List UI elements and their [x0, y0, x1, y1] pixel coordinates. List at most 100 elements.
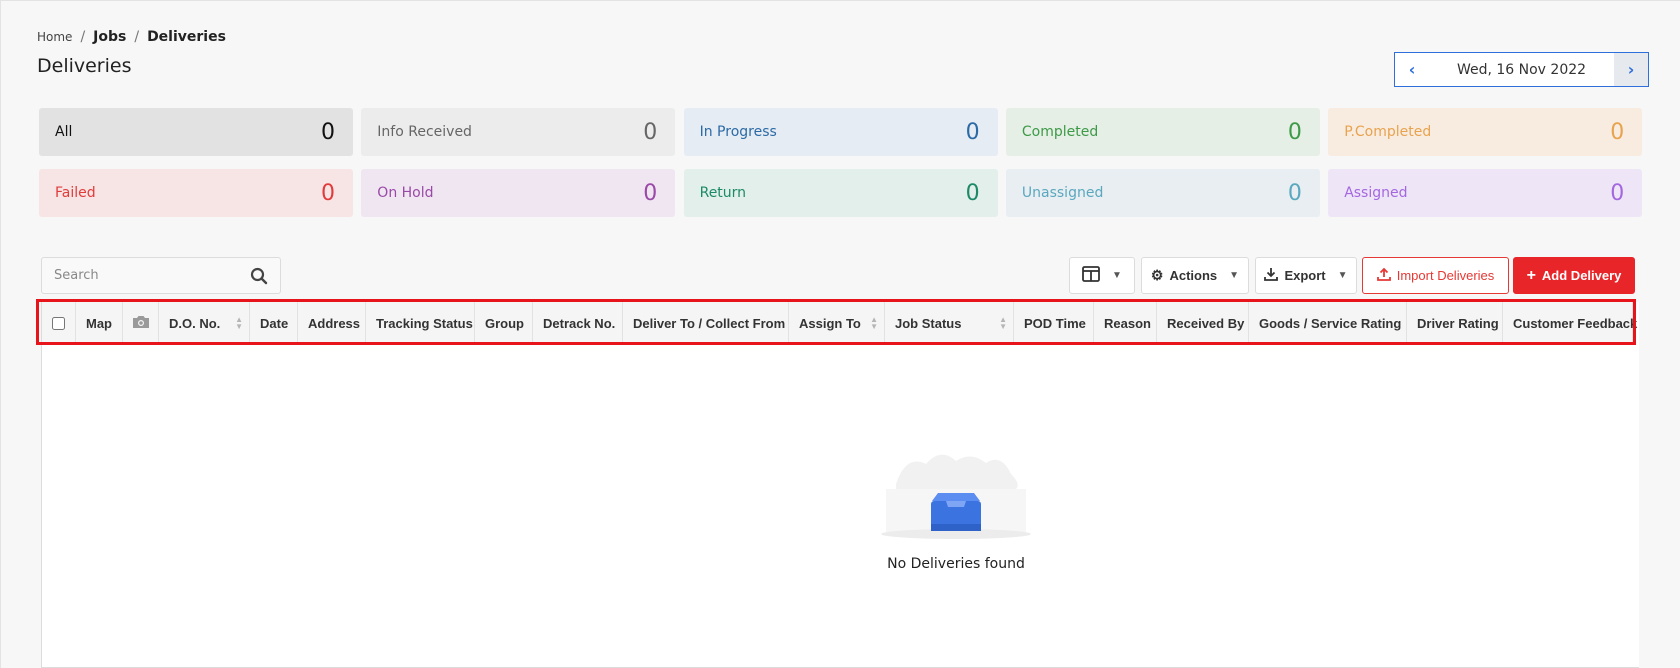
status-card-count: 0: [643, 119, 658, 145]
column-header-detrack-no[interactable]: Detrack No.: [533, 302, 623, 344]
column-header-map[interactable]: Map: [76, 302, 123, 344]
status-filter-grid: All 0 Info Received 0 In Progress 0 Completed 0…: [39, 108, 1643, 217]
column-header-label: Goods / Service Rating: [1259, 315, 1402, 331]
breadcrumb-jobs[interactable]: Jobs: [93, 29, 126, 45]
status-card-label: Return: [699, 185, 747, 201]
column-header-label: Reason: [1104, 315, 1151, 331]
column-header-reason[interactable]: Reason: [1094, 302, 1157, 344]
status-card-assigned[interactable]: Assigned 0: [1328, 169, 1643, 217]
sort-icon[interactable]: ▲ ▼: [870, 316, 878, 331]
column-header-label: POD Time: [1024, 315, 1086, 331]
column-header-label: Customer Feedback: [1513, 315, 1638, 331]
column-header-label: Group: [485, 315, 524, 331]
status-card-label: Failed: [55, 185, 96, 201]
add-delivery-button[interactable]: + Add Delivery: [1513, 257, 1635, 294]
export-dropdown-button[interactable]: Export ▼: [1255, 257, 1357, 294]
status-card-in-progress[interactable]: In Progress 0: [683, 108, 998, 156]
status-card-label: Assigned: [1344, 185, 1408, 201]
sort-icon[interactable]: ▲ ▼: [999, 316, 1007, 331]
status-card-unassigned[interactable]: Unassigned 0: [1005, 169, 1320, 217]
column-header-date[interactable]: Date: [250, 302, 298, 344]
column-header-assign-to[interactable]: Assign To ▲ ▼: [789, 302, 885, 344]
empty-inbox-icon: [876, 449, 1036, 548]
column-header-photo[interactable]: [123, 302, 159, 344]
deliveries-table: Map D.O. No. ▲ ▼ Date Address Tracking Status G…: [41, 302, 1639, 668]
status-card-info-received[interactable]: Info Received 0: [361, 108, 676, 156]
column-header-label: Tracking Status: [376, 315, 473, 331]
status-card-count: 0: [1287, 180, 1302, 206]
column-header-d-o-no[interactable]: D.O. No. ▲ ▼: [159, 302, 250, 344]
chevron-left-icon: ‹: [1408, 60, 1416, 79]
camera-icon: [132, 315, 150, 332]
status-card-completed[interactable]: Completed 0: [1005, 108, 1320, 156]
status-card-count: 0: [1287, 119, 1302, 145]
column-header-received-by[interactable]: Received By: [1157, 302, 1249, 344]
column-header-label: Map: [86, 315, 112, 331]
column-header-job-status[interactable]: Job Status ▲ ▼: [885, 302, 1014, 344]
status-card-label: In Progress: [699, 124, 777, 140]
breadcrumb-current: Deliveries: [147, 29, 226, 45]
next-date-button[interactable]: ›: [1614, 53, 1648, 86]
column-header-pod-time[interactable]: POD Time: [1014, 302, 1094, 344]
column-header-goods-service-rating[interactable]: Goods / Service Rating: [1249, 302, 1407, 344]
date-navigator: ‹ Wed, 16 Nov 2022 ›: [1394, 52, 1649, 87]
chevron-down-icon: ▼: [1337, 270, 1348, 281]
status-card-count: 0: [1610, 119, 1625, 145]
empty-state-message: No Deliveries found: [887, 556, 1025, 572]
search-input[interactable]: [54, 268, 250, 283]
upload-icon: [1376, 267, 1391, 284]
status-card-label: P.Completed: [1344, 124, 1432, 140]
page-title: Deliveries: [37, 55, 132, 77]
current-date[interactable]: Wed, 16 Nov 2022: [1429, 53, 1614, 86]
column-header-label: Detrack No.: [543, 315, 616, 331]
actions-dropdown-button[interactable]: ⚙ Actions ▼: [1141, 257, 1249, 294]
status-card-count: 0: [965, 119, 980, 145]
column-layout-button[interactable]: ▼: [1069, 257, 1135, 294]
empty-state: No Deliveries found: [876, 449, 1036, 579]
status-card-all[interactable]: All 0: [39, 108, 353, 156]
table-header: Map D.O. No. ▲ ▼ Date Address Tracking Status G…: [42, 302, 1637, 344]
breadcrumb-separator: /: [134, 29, 140, 45]
status-card-label: Info Received: [377, 124, 472, 140]
status-card-return[interactable]: Return 0: [683, 169, 998, 217]
column-header-label: Received By: [1167, 315, 1245, 331]
column-header-label: Driver Rating: [1417, 315, 1499, 331]
column-header-tracking-status[interactable]: Tracking Status: [366, 302, 475, 344]
status-card-on-hold[interactable]: On Hold 0: [361, 169, 676, 217]
search-box: [41, 257, 281, 294]
column-header-driver-rating[interactable]: Driver Rating: [1407, 302, 1503, 344]
previous-date-button[interactable]: ‹: [1395, 53, 1429, 86]
column-header-label: D.O. No.: [169, 315, 221, 331]
column-header-label: Deliver To / Collect From: [633, 315, 786, 331]
status-card-count: 0: [321, 180, 335, 206]
column-header-label: Address: [308, 315, 361, 331]
column-header-deliver-to-collect-from[interactable]: Deliver To / Collect From: [623, 302, 789, 344]
status-card-count: 0: [1610, 180, 1625, 206]
export-label: Export: [1284, 268, 1326, 283]
status-card-label: All: [55, 124, 73, 140]
column-header-label: Job Status: [895, 315, 962, 331]
breadcrumb: Home / Jobs / Deliveries: [37, 29, 226, 45]
status-card-label: Unassigned: [1021, 185, 1104, 201]
status-card-label: Completed: [1021, 124, 1099, 140]
status-card-failed[interactable]: Failed 0: [39, 169, 353, 217]
import-deliveries-button[interactable]: Import Deliveries: [1362, 257, 1509, 294]
breadcrumb-home[interactable]: Home: [37, 30, 72, 44]
chevron-down-icon: ▼: [1229, 270, 1240, 281]
select-all-header[interactable]: [42, 302, 76, 344]
column-header-customer-feedback[interactable]: Customer Feedback: [1503, 302, 1637, 344]
breadcrumb-separator: /: [80, 29, 86, 45]
gear-icon: ⚙: [1150, 267, 1164, 283]
select-all-checkbox[interactable]: [52, 316, 65, 330]
column-header-address[interactable]: Address: [298, 302, 366, 344]
sort-icon[interactable]: ▲ ▼: [235, 316, 243, 331]
status-card-p-completed[interactable]: P.Completed 0: [1328, 108, 1643, 156]
search-icon[interactable]: [250, 267, 268, 285]
status-card-count: 0: [321, 119, 335, 145]
plus-icon: +: [1526, 266, 1536, 284]
column-header-label: Date: [260, 315, 289, 331]
status-card-count: 0: [643, 180, 658, 206]
column-header-group[interactable]: Group: [475, 302, 533, 344]
chevron-down-icon: ▼: [1112, 270, 1122, 281]
import-label: Import Deliveries: [1396, 268, 1495, 283]
